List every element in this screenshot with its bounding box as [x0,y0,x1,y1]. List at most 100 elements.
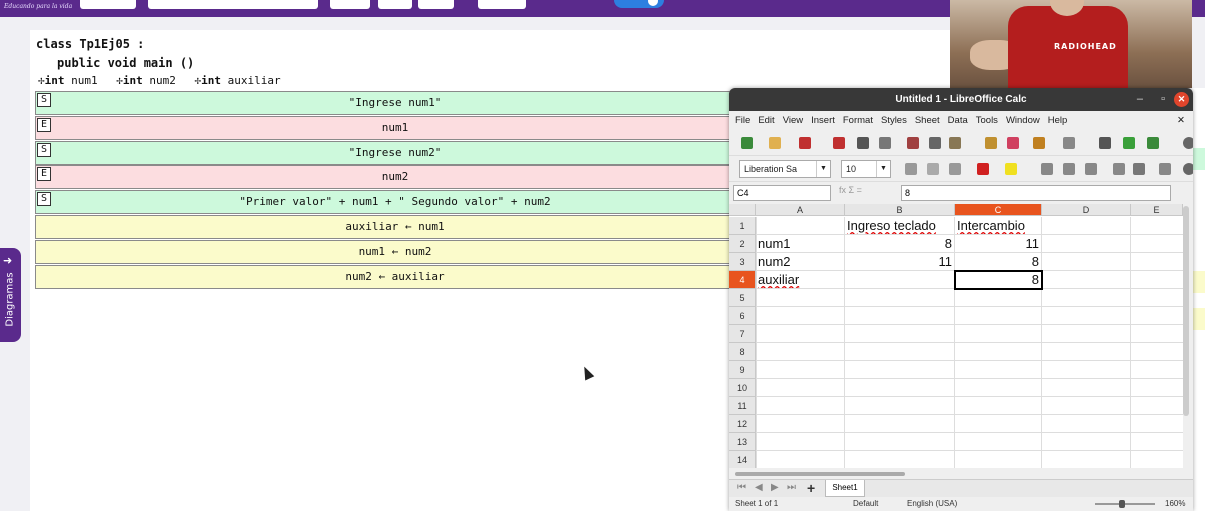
column-header-d[interactable]: D [1042,204,1131,216]
output-statement[interactable]: S "Ingrese num1" [35,91,755,115]
cell-b1[interactable]: Ingreso teclado [845,217,955,235]
toolbar-button[interactable] [478,0,526,9]
output-statement[interactable]: S "Primer valor" + num1 + " Segundo valor… [35,190,755,215]
align-center-icon[interactable] [1063,163,1075,175]
align-top-icon[interactable] [1159,163,1171,175]
cell-a4[interactable]: auxiliar [756,271,845,289]
cut-icon[interactable] [907,137,919,149]
column-header-b[interactable]: B [845,204,955,216]
align-left-icon[interactable] [1041,163,1053,175]
menu-data[interactable]: Data [948,115,968,126]
cell-a2[interactable]: num1 [756,235,845,253]
zoom-slider[interactable] [1095,503,1155,505]
export-pdf-icon[interactable] [833,137,845,149]
cell-c3[interactable]: 8 [955,253,1042,271]
font-color-icon[interactable] [977,163,989,175]
print-icon[interactable] [857,137,869,149]
row-header[interactable]: 4 [729,271,756,289]
variable-auxiliar[interactable]: ✢int auxiliar [195,74,281,87]
cell-c1[interactable]: Intercambio [955,217,1042,235]
print-preview-icon[interactable] [879,137,891,149]
menu-help[interactable]: Help [1048,115,1068,126]
wrap-text-icon[interactable] [1113,163,1125,175]
spelling-icon[interactable] [1123,137,1135,149]
font-size-select[interactable]: 10 ▼ [841,160,891,178]
toolbar-button[interactable] [378,0,412,9]
vertical-scrollbar[interactable] [1183,206,1189,416]
first-sheet-icon[interactable]: ⏮ [737,482,746,493]
menu-view[interactable]: View [783,115,803,126]
row-header[interactable]: 5 [729,289,756,307]
menu-format[interactable]: Format [843,115,873,126]
status-page-style[interactable]: Default [853,497,878,511]
assignment-statement[interactable]: num2 ← auxiliar [35,264,755,289]
add-sheet-icon[interactable]: + [807,480,815,496]
row-header[interactable]: 11 [729,397,756,415]
copy-icon[interactable] [929,137,941,149]
underline-icon[interactable] [949,163,961,175]
horizontal-scrollbar[interactable] [735,472,905,476]
cell-a3[interactable]: num2 [756,253,845,271]
toolbar-button[interactable] [80,0,136,9]
cell-c2[interactable]: 11 [955,235,1042,253]
output-statement[interactable]: S "Ingrese num2" [35,140,755,165]
assignment-statement[interactable]: num1 ← num2 [35,239,755,264]
status-zoom[interactable]: 160% [1165,497,1185,511]
paste-icon[interactable] [949,137,961,149]
italic-icon[interactable] [927,163,939,175]
diagrams-side-tab[interactable]: ➜ Diagramas [0,248,21,342]
select-all-corner[interactable] [729,204,756,216]
cell-b2[interactable]: 8 [845,235,955,253]
column-header-a[interactable]: A [756,204,845,216]
next-sheet-icon[interactable]: ▶ [771,482,779,493]
bold-icon[interactable] [905,163,917,175]
undo-icon[interactable] [1033,137,1045,149]
toolbar-field[interactable] [148,0,318,9]
name-box[interactable]: C4 [733,185,831,201]
sheet-tab[interactable]: Sheet1 [825,480,865,497]
assignment-statement[interactable]: auxiliar ← num1 [35,214,755,239]
row-header[interactable]: 2 [729,235,756,253]
row-header[interactable]: 1 [729,217,756,235]
row-header[interactable]: 9 [729,361,756,379]
merge-cells-icon[interactable] [1133,163,1145,175]
menu-styles[interactable]: Styles [881,115,907,126]
clone-formatting-icon[interactable] [985,137,997,149]
row-header[interactable]: 13 [729,433,756,451]
libreoffice-calc-window[interactable]: Untitled 1 - LibreOffice Calc – ▫ ✕ File… [729,88,1193,511]
menu-insert[interactable]: Insert [811,115,835,126]
toolbar-button[interactable] [330,0,370,9]
save-icon[interactable] [799,137,811,149]
cell-c4-active[interactable]: 8 [954,270,1043,290]
variable-num2[interactable]: ✢int num2 [116,74,176,87]
align-right-icon[interactable] [1085,163,1097,175]
toggle-switch[interactable] [614,0,664,8]
minimize-icon[interactable]: – [1137,88,1143,111]
font-name-select[interactable]: Liberation Sa ▼ [739,160,831,178]
formula-input[interactable]: 8 [901,185,1171,201]
row-icon[interactable] [1147,137,1159,149]
highlight-icon[interactable] [1005,163,1017,175]
maximize-icon[interactable]: ▫ [1161,88,1165,111]
row-header[interactable]: 14 [729,451,756,468]
column-header-e[interactable]: E [1131,204,1183,216]
new-icon[interactable] [741,137,753,149]
menu-window[interactable]: Window [1006,115,1040,126]
overflow-icon[interactable] [1183,137,1193,149]
menu-sheet[interactable]: Sheet [915,115,940,126]
last-sheet-icon[interactable]: ⏭ [787,482,796,493]
close-document-icon[interactable]: ✕ [1177,111,1185,130]
status-language[interactable]: English (USA) [907,497,957,511]
function-wizard-icon[interactable]: fx Σ = [839,185,862,195]
prev-sheet-icon[interactable]: ◀ [755,482,763,493]
row-header[interactable]: 7 [729,325,756,343]
clear-formatting-icon[interactable] [1007,137,1019,149]
input-statement[interactable]: Enum2 [35,165,755,190]
row-header[interactable]: 3 [729,253,756,271]
menu-file[interactable]: File [735,115,750,126]
overflow-icon[interactable] [1183,163,1193,175]
close-icon[interactable]: ✕ [1174,92,1189,107]
row-header[interactable]: 6 [729,307,756,325]
spreadsheet-grid[interactable]: A B C D E 1 2 3 4 5 6 7 8 9 10 11 12 13 … [729,204,1183,468]
toolbar-button[interactable] [418,0,454,9]
